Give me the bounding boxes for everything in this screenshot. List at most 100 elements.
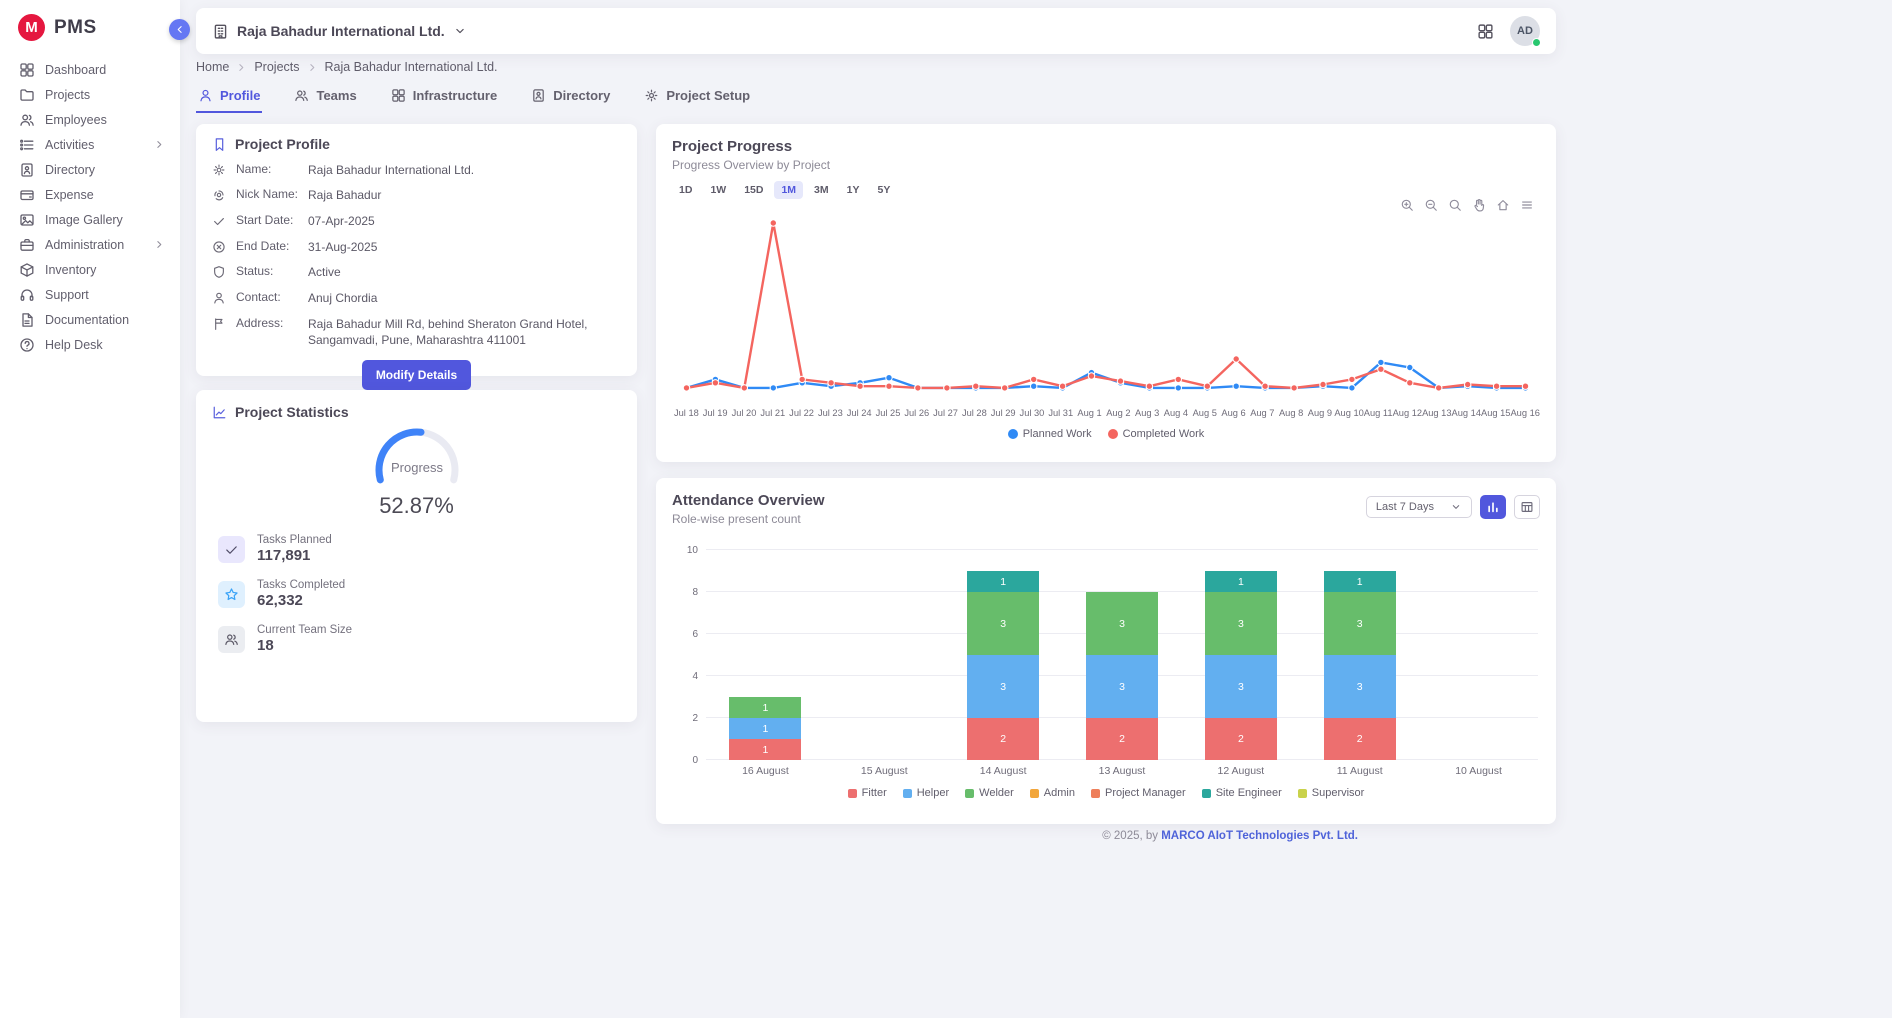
data-point[interactable] [886,375,892,381]
data-point[interactable] [1117,378,1123,384]
legend-item-admin[interactable]: Admin [1030,787,1075,799]
bar-segment-helper[interactable]: 3 [1324,655,1396,718]
legend-item-site-engineer[interactable]: Site Engineer [1202,787,1282,799]
bar-segment-fitter[interactable]: 1 [729,739,801,760]
breadcrumb-item[interactable]: Projects [254,60,299,74]
bar-chart[interactable]: 0246810111233123323312331 [672,550,1540,760]
bar-segment-fitter[interactable]: 2 [1205,718,1277,760]
data-point[interactable] [1378,366,1384,372]
bar-segment-welder[interactable]: 3 [1324,592,1396,655]
bar-12-august[interactable]: 2331 [1205,571,1277,760]
bar-segment-helper[interactable]: 1 [729,718,801,739]
data-point[interactable] [770,220,776,226]
data-point[interactable] [828,380,834,386]
legend-item-project-manager[interactable]: Project Manager [1091,787,1186,799]
tab-teams[interactable]: Teams [292,83,358,113]
sidebar-item-expense[interactable]: Expense [0,182,180,207]
line-chart-svg[interactable] [672,213,1540,401]
data-point[interactable] [770,385,776,391]
range-button-3m[interactable]: 3M [807,181,836,199]
data-point[interactable] [1291,385,1297,391]
legend-item-helper[interactable]: Helper [903,787,949,799]
data-point[interactable] [915,385,921,391]
sidebar-item-directory[interactable]: Directory [0,157,180,182]
data-point[interactable] [1407,364,1413,370]
data-point[interactable] [741,385,747,391]
legend-item-supervisor[interactable]: Supervisor [1298,787,1365,799]
bar-16-august[interactable]: 111 [729,697,801,760]
legend-item-welder[interactable]: Welder [965,787,1014,799]
days-filter-select[interactable]: Last 7 Days [1366,496,1472,518]
data-point[interactable] [1146,383,1152,389]
data-point[interactable] [1465,381,1471,387]
line-chart[interactable] [672,213,1540,406]
bar-14-august[interactable]: 2331 [967,571,1039,760]
legend-item-planned-work[interactable]: Planned Work [1008,428,1092,440]
data-point[interactable] [1204,383,1210,389]
data-point[interactable] [1320,381,1326,387]
bar-segment-welder[interactable]: 3 [1086,592,1158,655]
data-point[interactable] [973,383,979,389]
data-point[interactable] [886,383,892,389]
bar-segment-welder[interactable]: 1 [729,697,801,718]
tab-infrastructure[interactable]: Infrastructure [389,83,500,113]
zoom-in-button[interactable] [1400,198,1414,212]
range-button-5y[interactable]: 5Y [870,181,897,199]
bar-segment-fitter[interactable]: 2 [1086,718,1158,760]
data-point[interactable] [712,380,718,386]
data-point[interactable] [1349,376,1355,382]
data-point[interactable] [1522,383,1528,389]
apps-grid-button[interactable] [1477,23,1494,40]
bar-segment-helper[interactable]: 3 [1205,655,1277,718]
sidebar-item-support[interactable]: Support [0,282,180,307]
sidebar-item-activities[interactable]: Activities [0,132,180,157]
data-point[interactable] [1493,383,1499,389]
data-point[interactable] [1233,383,1239,389]
legend-item-fitter[interactable]: Fitter [848,787,887,799]
tab-project-setup[interactable]: Project Setup [642,83,752,113]
tab-profile[interactable]: Profile [196,83,262,113]
data-point[interactable] [1262,383,1268,389]
range-button-1w[interactable]: 1W [703,181,733,199]
bar-segment-fitter[interactable]: 2 [1324,718,1396,760]
bar-segment-welder[interactable]: 3 [967,592,1039,655]
bar-segment-welder[interactable]: 3 [1205,592,1277,655]
data-point[interactable] [1002,385,1008,391]
magnifier-button[interactable] [1448,198,1462,212]
chart-view-toggle-button[interactable] [1480,495,1506,519]
data-point[interactable] [1378,359,1384,365]
data-point[interactable] [857,383,863,389]
range-button-1d[interactable]: 1D [672,181,699,199]
data-point[interactable] [1031,376,1037,382]
data-point[interactable] [1088,373,1094,379]
breadcrumb-item[interactable]: Home [196,60,229,74]
user-avatar[interactable]: AD [1510,16,1540,46]
zoom-out-button[interactable] [1424,198,1438,212]
footer-company-link[interactable]: MARCO AIoT Technologies Pvt. Ltd. [1161,830,1358,842]
modify-details-button[interactable]: Modify Details [362,360,471,390]
bar-segment-site-engineer[interactable]: 1 [1205,571,1277,592]
sidebar-item-administration[interactable]: Administration [0,232,180,257]
data-point[interactable] [1031,383,1037,389]
range-button-1m[interactable]: 1M [774,181,803,199]
sidebar-collapse-button[interactable] [169,19,190,40]
home-button[interactable] [1496,198,1510,212]
sidebar-item-documentation[interactable]: Documentation [0,307,180,332]
bar-segment-helper[interactable]: 3 [1086,655,1158,718]
data-point[interactable] [1407,380,1413,386]
data-point[interactable] [1059,383,1065,389]
sidebar-item-inventory[interactable]: Inventory [0,257,180,282]
data-point[interactable] [1233,356,1239,362]
bar-segment-helper[interactable]: 3 [967,655,1039,718]
data-point[interactable] [799,376,805,382]
data-point[interactable] [1175,385,1181,391]
tab-directory[interactable]: Directory [529,83,612,113]
sidebar-item-image-gallery[interactable]: Image Gallery [0,207,180,232]
range-button-1y[interactable]: 1Y [840,181,867,199]
pan-hand-button[interactable] [1472,198,1486,212]
data-point[interactable] [1175,376,1181,382]
bar-segment-site-engineer[interactable]: 1 [1324,571,1396,592]
sidebar-item-employees[interactable]: Employees [0,107,180,132]
company-selector[interactable]: Raja Bahadur International Ltd. [212,23,467,40]
data-point[interactable] [683,385,689,391]
